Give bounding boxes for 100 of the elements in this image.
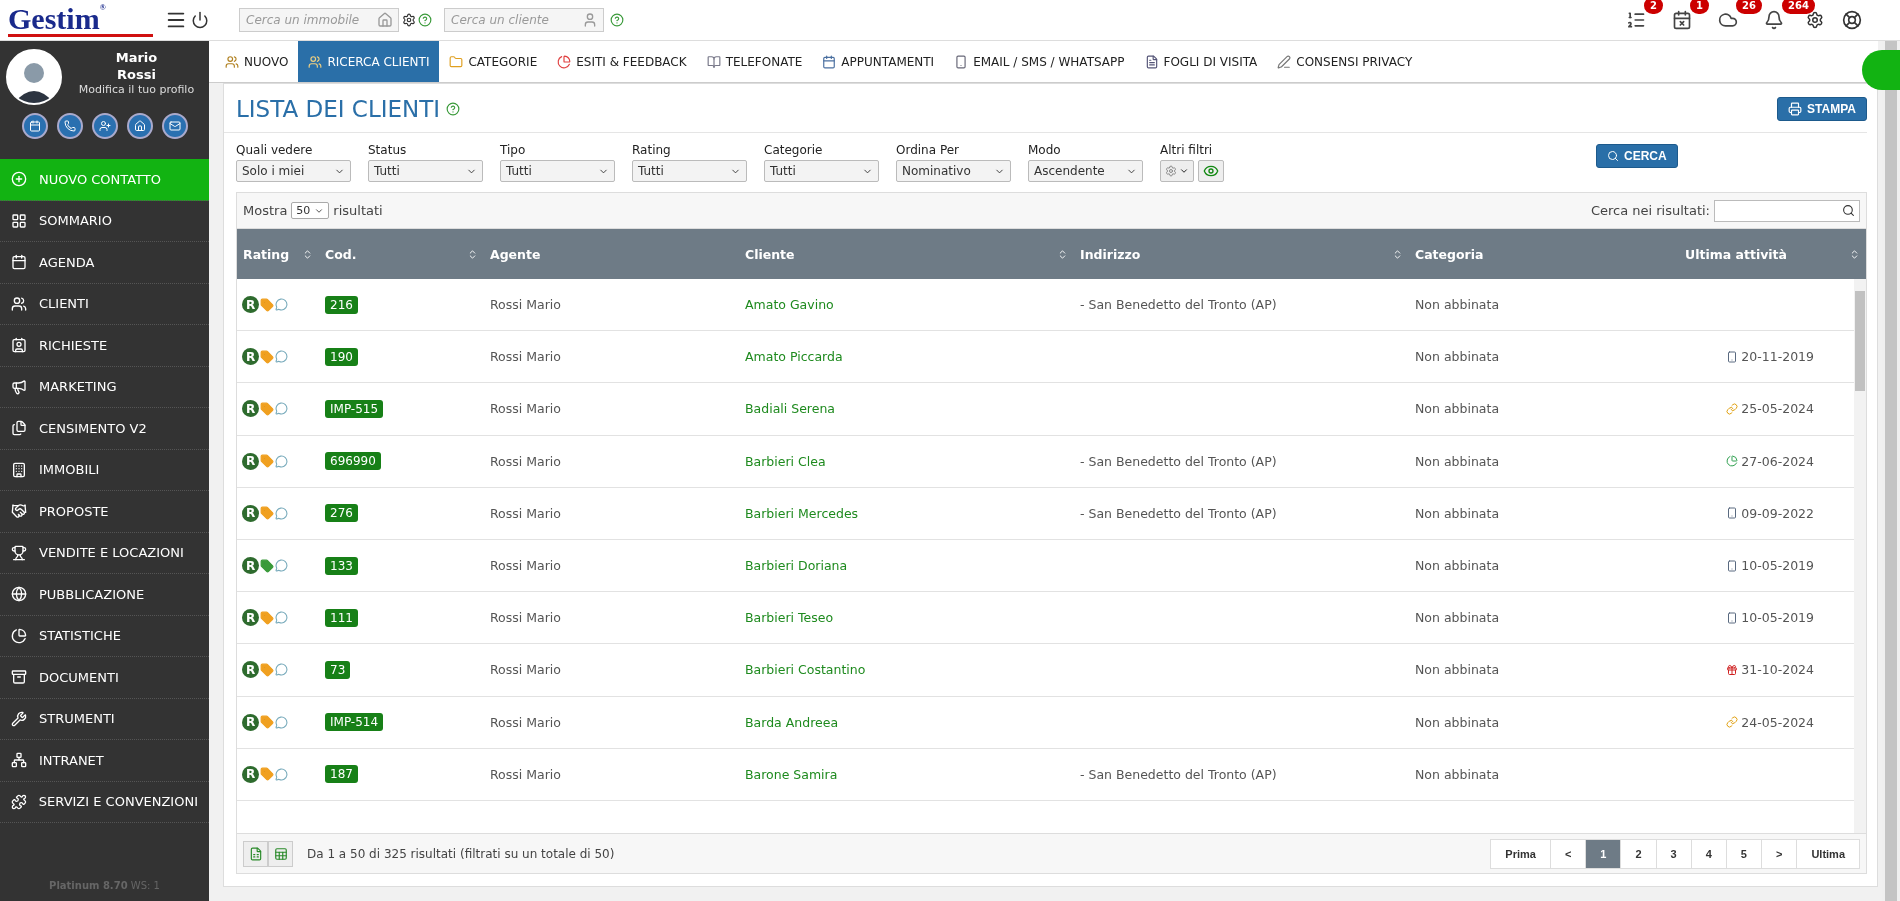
search-icon	[1842, 204, 1855, 217]
export-button[interactable]	[268, 840, 293, 867]
contact-card-icon	[11, 337, 27, 354]
sidebar-item[interactable]: PUBBLICAZIONE	[0, 574, 209, 616]
calendar-button[interactable]	[21, 113, 48, 139]
filter-select[interactable]: Tutti	[764, 160, 879, 182]
sidebar-item[interactable]: IMMOBILI	[0, 449, 209, 491]
sidebar-item[interactable]: INTRANET	[0, 740, 209, 782]
tab[interactable]: CATEGORIE	[439, 41, 548, 82]
settings-icon	[402, 13, 416, 27]
search-button[interactable]: CERCA	[1596, 144, 1678, 168]
filter-select[interactable]: Ascendente	[1028, 160, 1143, 182]
page-button[interactable]: <	[1549, 838, 1587, 869]
page-button[interactable]: 1	[1585, 838, 1622, 869]
page-size-select[interactable]: 50	[291, 202, 330, 219]
print-button[interactable]: STAMPA	[1777, 97, 1867, 121]
filter-label: Status	[368, 143, 408, 157]
add-user-button[interactable]	[91, 113, 118, 139]
help-icon	[1842, 10, 1862, 30]
folder-icon	[449, 54, 464, 69]
client-link[interactable]: Barbieri Clea	[739, 453, 1074, 469]
tab[interactable]: NUOVO	[215, 41, 299, 82]
sidebar-item[interactable]: STATISTICHE	[0, 615, 209, 657]
sidebar-item[interactable]: PROPOSTE	[0, 491, 209, 533]
column-header[interactable]: Cod.	[319, 229, 484, 279]
client-link[interactable]: Badiali Serena	[739, 401, 1074, 417]
cloud-icon	[1718, 10, 1738, 30]
sidebar-item[interactable]: SOMMARIO	[0, 200, 209, 242]
filter-select[interactable]: Solo i miei	[236, 160, 351, 182]
sidebar-item[interactable]: RICHIESTE	[0, 325, 209, 367]
table-cell-text: - San Benedetto del Tronto (AP)	[1079, 297, 1278, 313]
tab[interactable]: ESITI & FEEDBACK	[547, 41, 697, 82]
show-label: Mostra	[243, 203, 288, 218]
client-link[interactable]: Barda Andreea	[739, 714, 1074, 730]
column-header[interactable]: Indirizzo	[1074, 229, 1409, 279]
table-cell: 10-05-2019	[1741, 558, 1814, 574]
profile-link[interactable]: Modifica il tuo profilo	[78, 83, 195, 96]
table-cell: 27-06-2024	[1741, 453, 1814, 469]
page-button[interactable]: Ultima	[1796, 838, 1860, 869]
page-button[interactable]: 4	[1690, 838, 1727, 869]
filter-select[interactable]: Tutti	[632, 160, 747, 182]
search-field[interactable]: Cerca un cliente	[444, 8, 604, 32]
sidebar-item[interactable]: CLIENTI	[0, 283, 209, 325]
column-header[interactable]: Ultima attività	[1679, 229, 1866, 279]
page-button[interactable]: 5	[1725, 838, 1762, 869]
export-button[interactable]	[243, 840, 268, 867]
filter-select[interactable]: Tutti	[368, 160, 483, 182]
client-link[interactable]: Amato Piccarda	[739, 349, 1074, 365]
client-link[interactable]: Barone Samira	[739, 766, 1074, 782]
search-field[interactable]	[1714, 199, 1860, 222]
client-link[interactable]: Barbieri Mercedes	[739, 505, 1074, 521]
table-cell-text: - San Benedetto del Tronto (AP)	[1079, 453, 1278, 469]
tab[interactable]: EMAIL / SMS / WHATSAPP	[944, 41, 1135, 82]
home-button[interactable]	[126, 113, 153, 139]
table-cell-text: Non abbinata	[1414, 662, 1501, 678]
tab[interactable]: RICERCA CLIENTI	[298, 41, 440, 82]
filter-select[interactable]: Nominativo	[896, 160, 1011, 182]
client-link[interactable]: Barbieri Doriana	[739, 558, 1074, 574]
list-button[interactable]	[1626, 10, 1646, 30]
client-link[interactable]: Barbieri Teseo	[739, 610, 1074, 626]
table-cell-text: Non abbinata	[1414, 505, 1501, 521]
phone-button[interactable]	[56, 113, 83, 139]
client-link[interactable]: Barbieri Costantino	[739, 662, 1074, 678]
column-header[interactable]: Categoria	[1409, 229, 1679, 279]
tab[interactable]: APPUNTAMENTI	[812, 41, 945, 82]
page-button[interactable]: 3	[1655, 838, 1692, 869]
client-code: 190	[325, 347, 358, 366]
sidebar-item[interactable]: SERVIZI E CONVENZIONI	[0, 781, 209, 823]
column-header[interactable]: Agente	[484, 229, 739, 279]
plus-icon	[11, 171, 27, 188]
page-button[interactable]: 2	[1620, 838, 1657, 869]
mail-button[interactable]	[161, 113, 188, 139]
cloud-button[interactable]	[1718, 10, 1738, 30]
chat-button[interactable]	[1862, 50, 1900, 90]
sidebar-item[interactable]: AGENDA	[0, 242, 209, 284]
column-header[interactable]: Rating	[237, 229, 319, 279]
document-icon	[1144, 54, 1159, 69]
search-field[interactable]: Cerca un immobile	[239, 8, 399, 32]
eye-button[interactable]	[1198, 160, 1224, 182]
sidebar-item[interactable]: STRUMENTI	[0, 698, 209, 740]
filter-select[interactable]: Tutti	[500, 160, 615, 182]
sidebar-item[interactable]: VENDITE E LOCAZIONI	[0, 532, 209, 574]
tab[interactable]: FOGLI DI VISITA	[1134, 41, 1268, 82]
page-button[interactable]: Prima	[1490, 838, 1551, 869]
sidebar-item[interactable]: DOCUMENTI	[0, 657, 209, 699]
tab[interactable]: TELEFONATE	[696, 41, 813, 82]
filter-label: Ordina Per	[896, 143, 961, 157]
add-user-icon	[98, 120, 111, 132]
client-link[interactable]: Amato Gavino	[739, 297, 1074, 313]
users-icon	[308, 54, 323, 69]
chat-icon	[275, 402, 288, 416]
tab[interactable]: CONSENSI PRIVACY	[1267, 41, 1423, 82]
bell-button[interactable]	[1764, 10, 1784, 30]
calendar-button[interactable]	[1672, 10, 1692, 30]
help-icon	[446, 102, 461, 116]
client-code: 696990	[325, 452, 381, 471]
column-header[interactable]: Cliente	[739, 229, 1074, 279]
sidebar-item[interactable]: CENSIMENTO V2	[0, 408, 209, 450]
sidebar-item[interactable]: MARKETING	[0, 366, 209, 408]
page-button[interactable]: >	[1760, 838, 1798, 869]
